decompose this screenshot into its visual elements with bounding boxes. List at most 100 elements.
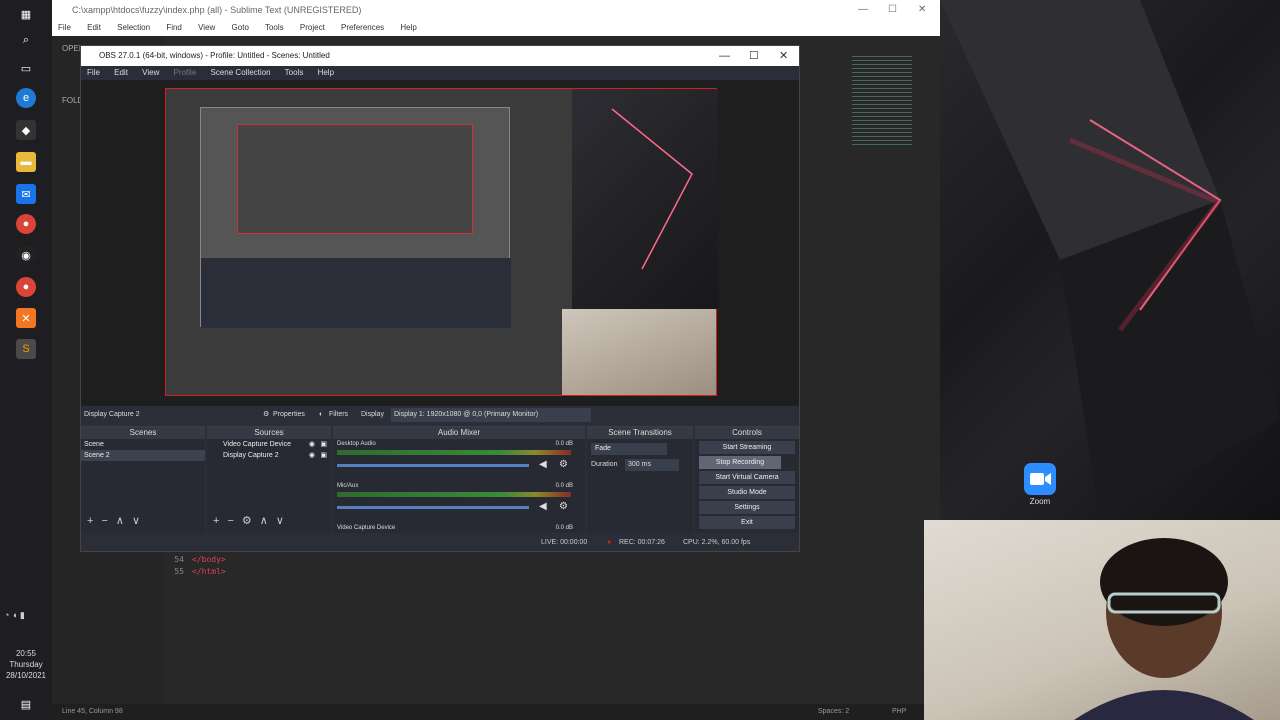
scene-item[interactable]: Scene [81, 439, 205, 450]
speaker-icon[interactable]: ◀ [539, 501, 547, 512]
studio-mode-button[interactable]: Studio Mode [699, 486, 795, 499]
audio-mixer-header: Audio Mixer [333, 427, 585, 439]
scene-item-selected[interactable]: Scene 2 [81, 450, 205, 461]
code-line: 55 </html> [164, 567, 225, 576]
gear-icon[interactable]: ⚙ [559, 501, 568, 512]
clock-date: 28/10/2021 [5, 671, 47, 680]
move-down-icon[interactable]: ∨ [276, 515, 284, 527]
menu-project[interactable]: Project [300, 23, 325, 32]
display-select[interactable]: Display 1: 1920x1080 @ 0,0 (Primary Moni… [391, 408, 591, 422]
indent-setting[interactable]: Spaces: 2 [818, 704, 849, 720]
desktop: Zoom C:\xampp\htdocs\fuzzy\index.php (al… [0, 0, 1280, 720]
start-streaming-button[interactable]: Start Streaming [699, 441, 795, 454]
properties-button[interactable]: Properties [273, 406, 305, 424]
taskbar-clock[interactable]: 20:55 Thursday 28/10/2021 [0, 648, 52, 681]
minimize-icon[interactable]: — [858, 0, 868, 20]
live-timer: LIVE: 00:00:00 [541, 539, 588, 546]
sublime-icon[interactable]: S [16, 339, 36, 359]
exit-button[interactable]: Exit [699, 516, 795, 529]
notifications-icon[interactable]: ▤ [16, 694, 36, 714]
obs-menu-help[interactable]: Help [318, 68, 334, 77]
move-up-icon[interactable]: ∧ [116, 515, 124, 527]
obs-menu-edit[interactable]: Edit [114, 68, 128, 77]
scenes-toolbar: + − ∧ ∨ [87, 514, 148, 527]
stop-recording-button[interactable]: Stop Recording [699, 456, 781, 469]
minimap[interactable] [852, 56, 912, 146]
channel-name: Desktop Audio [337, 441, 376, 447]
add-icon[interactable]: + [213, 515, 219, 527]
eye-icon[interactable]: ◉ [309, 439, 315, 450]
speaker-icon[interactable]: ◀ [539, 459, 547, 470]
obs-menu-scene-collection[interactable]: Scene Collection [211, 68, 271, 77]
controls-header: Controls [695, 427, 799, 439]
wifi-icon[interactable]: ◔ [4, 610, 9, 620]
obs-menu-tools[interactable]: Tools [285, 68, 304, 77]
obs-menu-profile[interactable]: Profile [174, 68, 197, 77]
obs-menu-view[interactable]: View [142, 68, 159, 77]
syntax-setting[interactable]: PHP [892, 704, 906, 720]
obs-menu-file[interactable]: File [87, 68, 100, 77]
duration-input[interactable]: 300 ms [625, 459, 679, 471]
maximize-icon[interactable]: ☐ [888, 0, 897, 20]
volume-meter [337, 492, 571, 497]
menu-selection[interactable]: Selection [117, 23, 150, 32]
settings-button[interactable]: Settings [699, 501, 795, 514]
menu-view[interactable]: View [198, 23, 215, 32]
task-view-icon[interactable]: ▭ [16, 58, 36, 78]
edge-icon[interactable]: e [16, 88, 36, 108]
source-toolbar: Display Capture 2 ⚙ Properties ◐ Filters… [81, 406, 799, 424]
menu-help[interactable]: Help [400, 23, 416, 32]
menu-find[interactable]: Find [166, 23, 182, 32]
source-label: Display Capture 2 [223, 452, 279, 459]
scenes-header: Scenes [81, 427, 205, 439]
transition-select[interactable]: Fade [591, 443, 667, 455]
webcam-capture-source[interactable] [562, 309, 716, 395]
remove-icon[interactable]: − [101, 515, 107, 527]
gear-icon[interactable]: ⚙ [242, 515, 252, 527]
minimize-icon[interactable]: — [719, 46, 730, 66]
search-icon[interactable]: ⌕ [16, 30, 36, 50]
windows-start-icon[interactable]: ▦ [16, 4, 36, 24]
xampp-icon[interactable]: ✕ [16, 308, 36, 328]
add-icon[interactable]: + [87, 515, 93, 527]
close-icon[interactable]: ✕ [779, 46, 788, 66]
menu-preferences[interactable]: Preferences [341, 23, 384, 32]
close-icon[interactable]: ✕ [918, 0, 926, 20]
microphone-icon[interactable]: ▮ [20, 610, 25, 620]
menu-file[interactable]: File [58, 23, 71, 32]
mail-icon[interactable]: ✉ [16, 184, 36, 204]
chrome-icon[interactable]: ● [16, 214, 36, 234]
volume-slider[interactable] [337, 464, 529, 467]
source-label: Video Capture Device [223, 441, 291, 448]
source-item[interactable]: Video Capture Device ◉ ▣ [207, 439, 331, 450]
filter-icon: ◐ [319, 411, 324, 418]
volume-slider[interactable] [337, 506, 529, 509]
menu-goto[interactable]: Goto [232, 23, 249, 32]
nested-screen-capture [200, 107, 511, 328]
display-capture-source[interactable] [165, 88, 718, 396]
maximize-icon[interactable]: ☐ [749, 46, 759, 66]
remove-icon[interactable]: − [227, 515, 233, 527]
gear-icon[interactable]: ⚙ [559, 459, 568, 470]
channel-db: 0.0 dB [555, 483, 573, 489]
duration-row: Duration 300 ms [587, 459, 693, 471]
move-down-icon[interactable]: ∨ [132, 515, 140, 527]
lock-icon[interactable]: ▣ [320, 450, 327, 461]
zoom-desktop-icon[interactable] [1024, 463, 1056, 495]
code-line: 54 </body> [164, 555, 225, 564]
source-item[interactable]: Display Capture 2 ◉ ▣ [207, 450, 331, 461]
start-virtual-camera-button[interactable]: Start Virtual Camera [699, 471, 795, 484]
menu-edit[interactable]: Edit [87, 23, 101, 32]
file-explorer-icon[interactable]: ▬ [16, 152, 36, 172]
obs-preview[interactable] [81, 80, 799, 406]
lock-icon[interactable]: ▣ [320, 439, 327, 450]
filters-button[interactable]: Filters [329, 406, 348, 424]
move-up-icon[interactable]: ∧ [260, 515, 268, 527]
obs-statusbar: LIVE: 00:00:00 ● REC: 00:07:26 CPU: 2.2%… [81, 535, 799, 551]
eye-icon[interactable]: ◉ [309, 450, 315, 461]
app-icon[interactable]: ◆ [16, 120, 36, 140]
chrome-profile-icon[interactable]: ● [16, 277, 36, 297]
menu-tools[interactable]: Tools [265, 23, 284, 32]
volume-icon[interactable]: ◖ [12, 610, 17, 620]
obs-icon[interactable]: ◉ [16, 245, 36, 265]
